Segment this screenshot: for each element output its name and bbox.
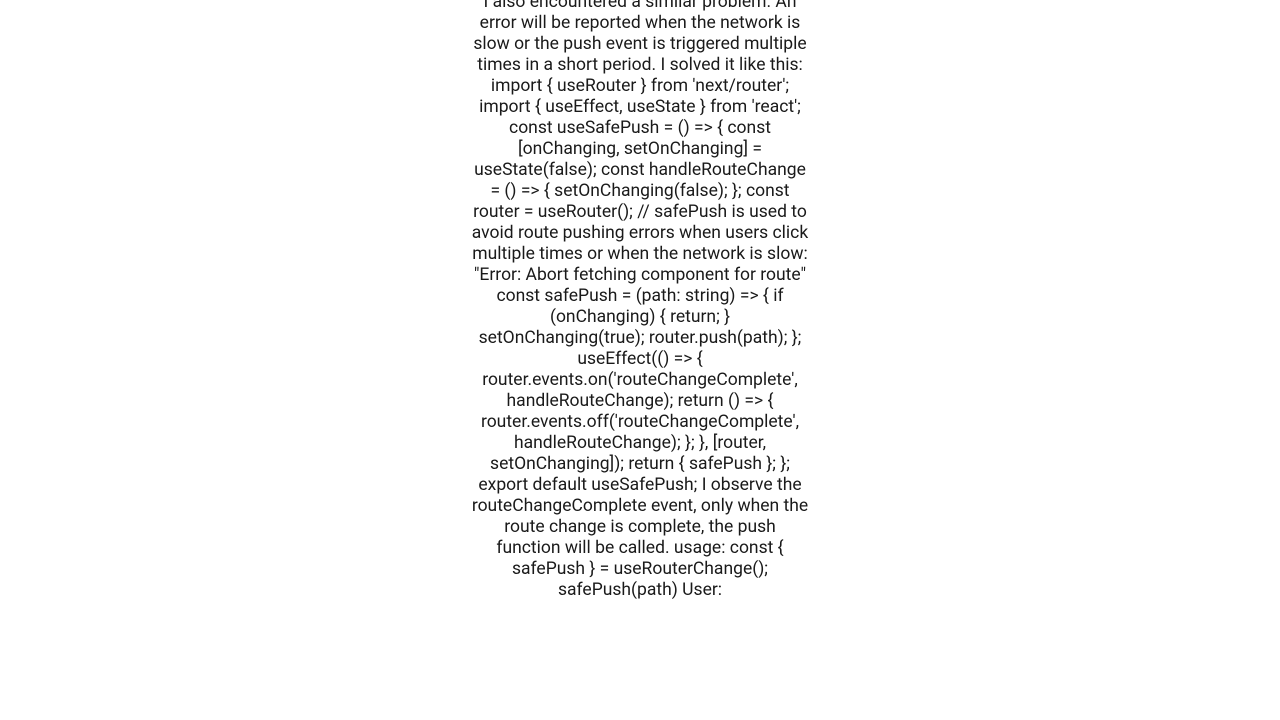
content-body-text: I also encountered a similar problem. An… <box>470 0 810 601</box>
content-wrapper: I also encountered a similar problem. An… <box>470 0 810 601</box>
